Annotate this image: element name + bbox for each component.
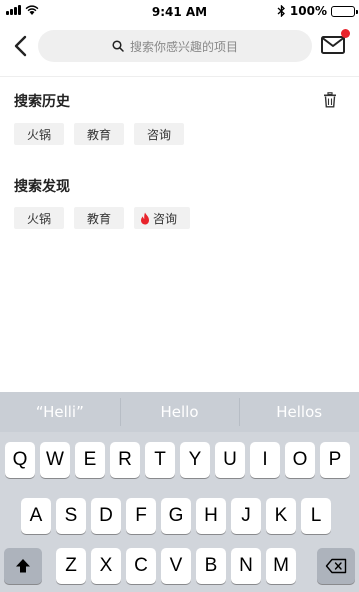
battery-icon [331, 5, 358, 17]
key[interactable]: D [91, 498, 121, 534]
key[interactable]: I [250, 442, 280, 478]
suggestion-item[interactable]: Hellos [239, 392, 359, 432]
backspace-icon [325, 558, 347, 574]
discover-tag[interactable]: 教育 [74, 207, 125, 229]
discover-title: 搜索发现 [14, 179, 70, 195]
suggestion-item[interactable]: Hello [119, 392, 240, 432]
history-tag[interactable]: 咨询 [134, 123, 185, 145]
key[interactable]: Q [5, 442, 35, 478]
status-right: 100% [277, 4, 358, 18]
backspace-key[interactable] [317, 548, 355, 584]
key[interactable]: R [110, 442, 140, 478]
key[interactable]: Z [56, 548, 86, 584]
status-bar: 9:41 AM 100% [0, 0, 359, 24]
search-icon [112, 40, 124, 52]
key[interactable]: S [56, 498, 86, 534]
notification-badge [341, 29, 350, 38]
search-input[interactable]: 搜索你感兴趣的项目 [38, 30, 312, 62]
history-title: 搜索历史 [14, 94, 70, 110]
keyboard: “Helli” Hello Hellos Q W E R T Y U I O P… [0, 392, 359, 592]
key[interactable]: L [301, 498, 331, 534]
discover-tag-label: 咨询 [153, 211, 178, 226]
messages-button[interactable] [320, 29, 350, 58]
key-row-1: Q W E R T Y U I O P [0, 442, 359, 478]
key[interactable]: M [266, 548, 296, 584]
clear-history-button[interactable] [323, 92, 337, 108]
key-row-3: Z X C V B N M [0, 548, 359, 584]
battery-percent: 100% [289, 4, 327, 18]
key[interactable]: Y [180, 442, 210, 478]
search-placeholder: 搜索你感兴趣的项目 [129, 39, 238, 54]
key[interactable]: A [21, 498, 51, 534]
back-button[interactable] [10, 32, 34, 60]
shift-key[interactable] [4, 548, 42, 584]
key[interactable]: X [91, 548, 121, 584]
suggestion-item[interactable]: “Helli” [0, 392, 120, 432]
discover-tags: 火锅 教育 咨询 [14, 207, 191, 229]
history-tag[interactable]: 教育 [74, 123, 125, 145]
history-tags: 火锅 教育 咨询 [14, 123, 185, 145]
search-header: 搜索你感兴趣的项目 [0, 24, 359, 68]
key[interactable]: U [215, 442, 245, 478]
chevron-left-icon [14, 35, 27, 57]
key[interactable]: K [266, 498, 296, 534]
suggestion-bar: “Helli” Hello Hellos [0, 392, 359, 432]
header-divider [0, 76, 359, 77]
shift-icon [16, 559, 30, 573]
bluetooth-icon [277, 5, 285, 17]
key[interactable]: G [161, 498, 191, 534]
key[interactable]: O [285, 442, 315, 478]
key[interactable]: N [231, 548, 261, 584]
history-tag[interactable]: 火锅 [14, 123, 65, 145]
key[interactable]: C [126, 548, 156, 584]
key[interactable]: E [75, 442, 105, 478]
key[interactable]: F [126, 498, 156, 534]
key[interactable]: J [231, 498, 261, 534]
fire-icon [141, 212, 150, 224]
key[interactable]: W [40, 442, 70, 478]
key[interactable]: P [320, 442, 350, 478]
discover-tag-hot[interactable]: 咨询 [134, 207, 191, 229]
key[interactable]: V [161, 548, 191, 584]
key[interactable]: H [196, 498, 226, 534]
trash-icon [324, 92, 336, 108]
key-row-2: A S D F G H J K L [0, 498, 359, 534]
key[interactable]: T [145, 442, 175, 478]
discover-tag[interactable]: 火锅 [14, 207, 65, 229]
key[interactable]: B [196, 548, 226, 584]
